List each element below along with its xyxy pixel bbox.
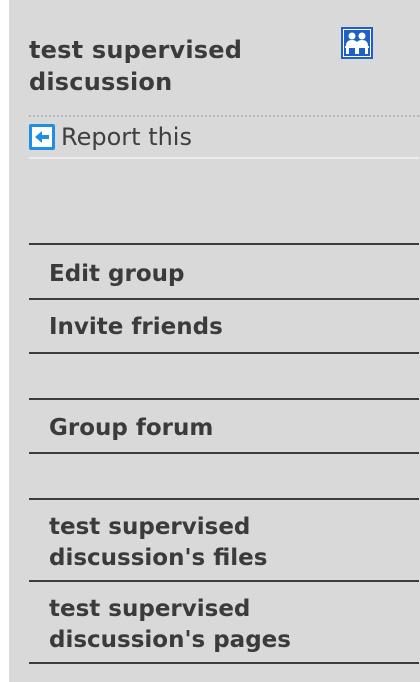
menu-divider xyxy=(29,498,419,500)
report-this-label: Report this xyxy=(61,123,192,151)
report-this-link[interactable]: Report this xyxy=(29,122,192,152)
menu-divider xyxy=(29,298,419,300)
report-arrow-icon xyxy=(29,124,55,150)
report-divider xyxy=(29,157,419,159)
menu-divider xyxy=(29,452,419,454)
group-forum-link[interactable]: Group forum xyxy=(49,413,389,444)
menu-divider xyxy=(29,662,419,664)
edit-group-link[interactable]: Edit group xyxy=(49,259,389,290)
group-sidebar: test supervised discussion Report this E… xyxy=(9,0,420,682)
menu-divider xyxy=(29,398,419,400)
group-files-link[interactable]: test supervised discussion's files xyxy=(49,512,389,574)
menu-divider xyxy=(29,352,419,354)
menu-divider xyxy=(29,580,419,582)
title-divider xyxy=(29,115,419,117)
group-title: test supervised discussion xyxy=(29,36,243,96)
group-members-icon xyxy=(341,27,373,59)
menu-divider xyxy=(29,243,419,245)
group-pages-link[interactable]: test supervised discussion's pages xyxy=(49,594,389,656)
invite-friends-link[interactable]: Invite friends xyxy=(49,312,389,343)
